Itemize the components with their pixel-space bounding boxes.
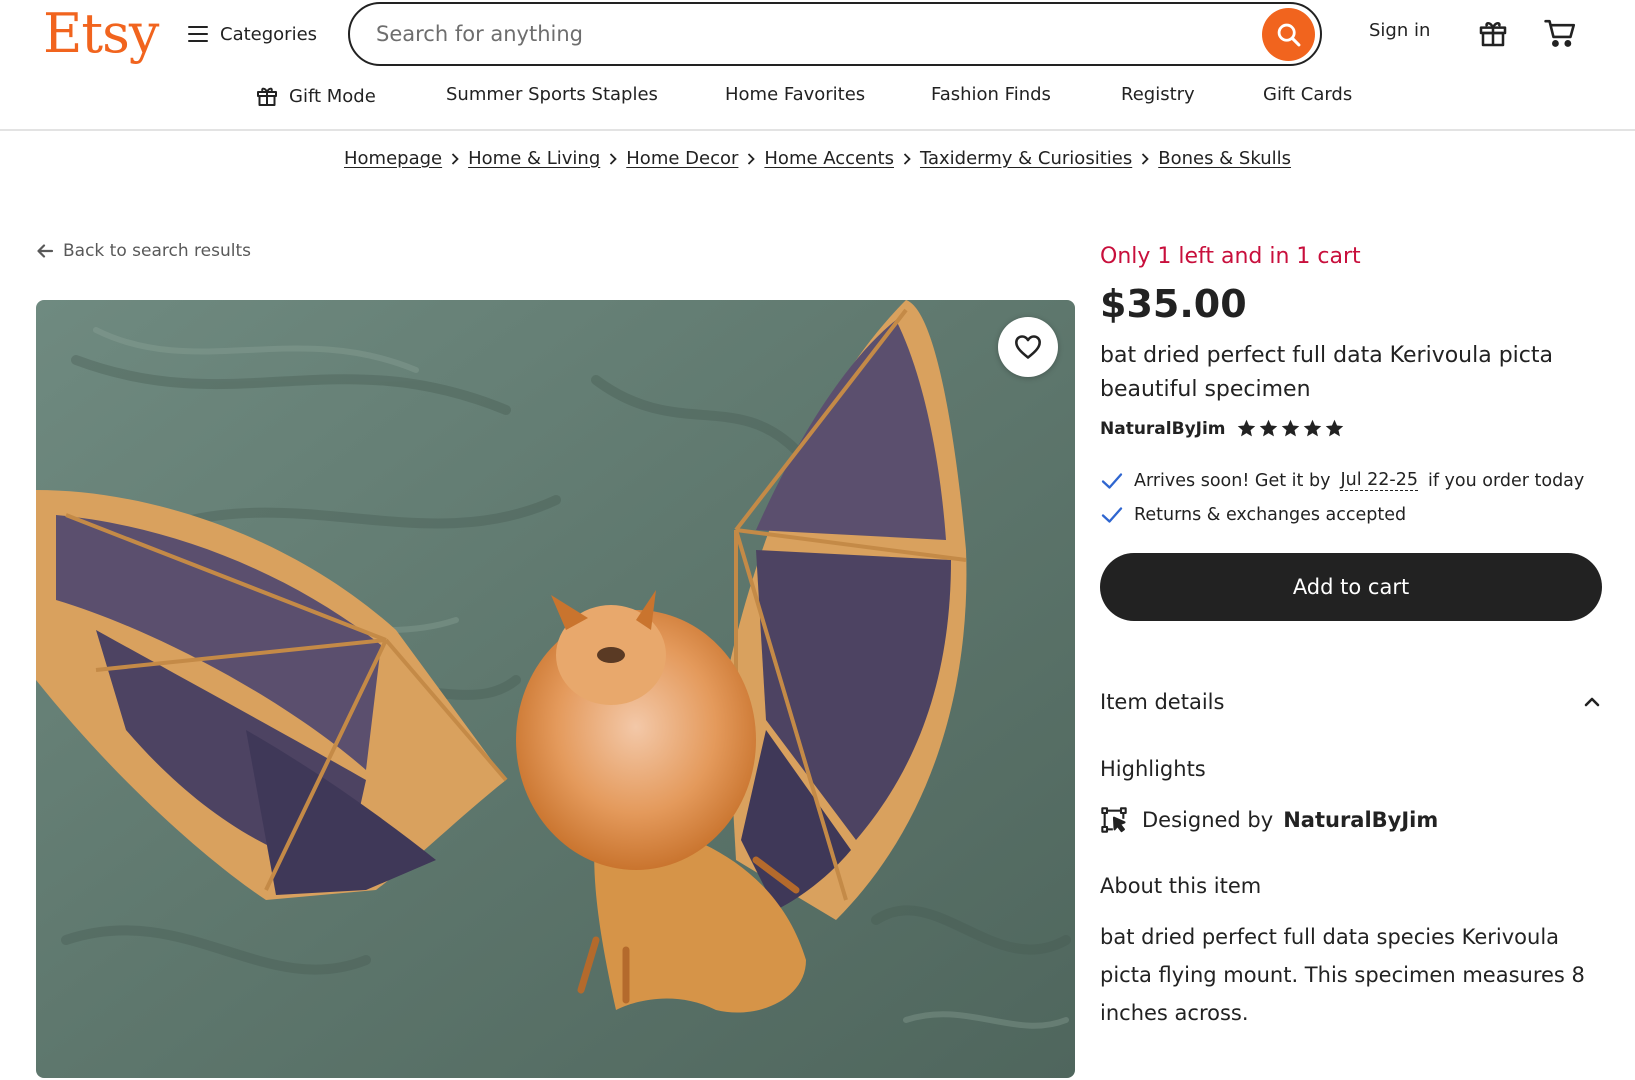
chevron-right-icon (738, 152, 764, 166)
item-details-toggle[interactable]: Item details (1100, 690, 1602, 714)
chevron-right-icon (1132, 152, 1158, 166)
search-input[interactable] (350, 22, 1210, 46)
star-icon (1259, 419, 1277, 437)
sign-in-link[interactable]: Sign in (1369, 20, 1430, 41)
star-icon (1303, 419, 1321, 437)
chevron-right-icon (442, 152, 468, 166)
star-icon (1325, 419, 1343, 437)
breadcrumb-bones-skulls[interactable]: Bones & Skulls (1158, 148, 1291, 169)
chevron-right-icon (600, 152, 626, 166)
chevron-right-icon (894, 152, 920, 166)
stock-notice: Only 1 left and in 1 cart (1100, 244, 1361, 269)
breadcrumb: Homepage Home & Living Home Decor Home A… (0, 148, 1635, 169)
shop-name-link[interactable]: NaturalByJim (1100, 419, 1226, 439)
designer-link[interactable]: NaturalByJim (1283, 808, 1438, 832)
header-divider (0, 129, 1635, 131)
gift-icon[interactable] (1474, 14, 1512, 52)
nav-item-summer-sports-staples[interactable]: Summer Sports Staples (446, 84, 658, 105)
design-tool-icon (1101, 807, 1127, 833)
breadcrumb-home-decor[interactable]: Home Decor (626, 148, 738, 169)
heart-icon (1015, 335, 1041, 359)
back-link-label: Back to search results (63, 241, 251, 261)
gift-icon (257, 87, 277, 106)
nav-item-gift-mode[interactable]: Gift Mode (255, 84, 376, 108)
product-image[interactable] (36, 300, 1075, 1078)
delivery-perk: Arrives soon! Get it by Jul 22-25 if you o… (1100, 470, 1584, 491)
nav-item-gift-cards[interactable]: Gift Cards (1263, 84, 1352, 105)
delivery-dates[interactable]: Jul 22-25 (1340, 470, 1418, 491)
search-bar (348, 2, 1322, 66)
bat-specimen-photo (36, 300, 1075, 1078)
nav-item-fashion-finds[interactable]: Fashion Finds (931, 84, 1051, 105)
rating-stars (1236, 418, 1345, 439)
item-details-label: Item details (1100, 690, 1225, 714)
arrow-left-icon (37, 244, 54, 258)
search-icon (1277, 23, 1300, 46)
nav-item-registry[interactable]: Registry (1121, 84, 1195, 105)
returns-perk: Returns & exchanges accepted (1100, 505, 1406, 525)
star-icon (1281, 419, 1299, 437)
highlights-heading: Highlights (1100, 757, 1206, 781)
breadcrumb-home-accents[interactable]: Home Accents (764, 148, 894, 169)
cart-icon[interactable] (1541, 14, 1579, 52)
shop-row: NaturalByJim (1100, 418, 1345, 439)
nav-label: Gift Mode (289, 85, 376, 107)
check-icon (1101, 507, 1123, 523)
check-icon (1101, 472, 1123, 489)
back-to-search-link[interactable]: Back to search results (36, 241, 251, 261)
price: $35.00 (1100, 282, 1247, 326)
add-to-cart-button[interactable]: Add to cart (1100, 553, 1602, 621)
nav-item-home-favorites[interactable]: Home Favorites (725, 84, 865, 105)
product-title: bat dried perfect full data Kerivoula pi… (1100, 343, 1553, 402)
designed-by-prefix: Designed by (1142, 808, 1274, 832)
favorite-button[interactable] (998, 317, 1058, 377)
chevron-up-icon (1584, 697, 1600, 707)
categories-label: Categories (220, 23, 318, 45)
delivery-suffix: if you order today (1427, 470, 1585, 491)
breadcrumb-home-living[interactable]: Home & Living (468, 148, 600, 169)
designed-by-row: Designed by NaturalByJim (1100, 806, 1438, 834)
delivery-prefix: Arrives soon! Get it by (1134, 470, 1331, 491)
returns-label: Returns & exchanges accepted (1134, 505, 1407, 525)
menu-icon (188, 26, 208, 42)
star-icon (1237, 419, 1255, 437)
etsy-logo[interactable]: Etsy (43, 2, 159, 66)
about-heading: About this item (1100, 874, 1262, 898)
categories-button[interactable]: Categories (188, 18, 317, 50)
category-nav: Gift Mode Summer Sports Staples Home Fav… (0, 84, 1635, 116)
search-button[interactable] (1262, 8, 1315, 61)
breadcrumb-taxidermy-curiosities[interactable]: Taxidermy & Curiosities (920, 148, 1132, 169)
about-text: bat dried perfect full data species Keri… (1100, 925, 1585, 1025)
breadcrumb-homepage[interactable]: Homepage (344, 148, 442, 169)
